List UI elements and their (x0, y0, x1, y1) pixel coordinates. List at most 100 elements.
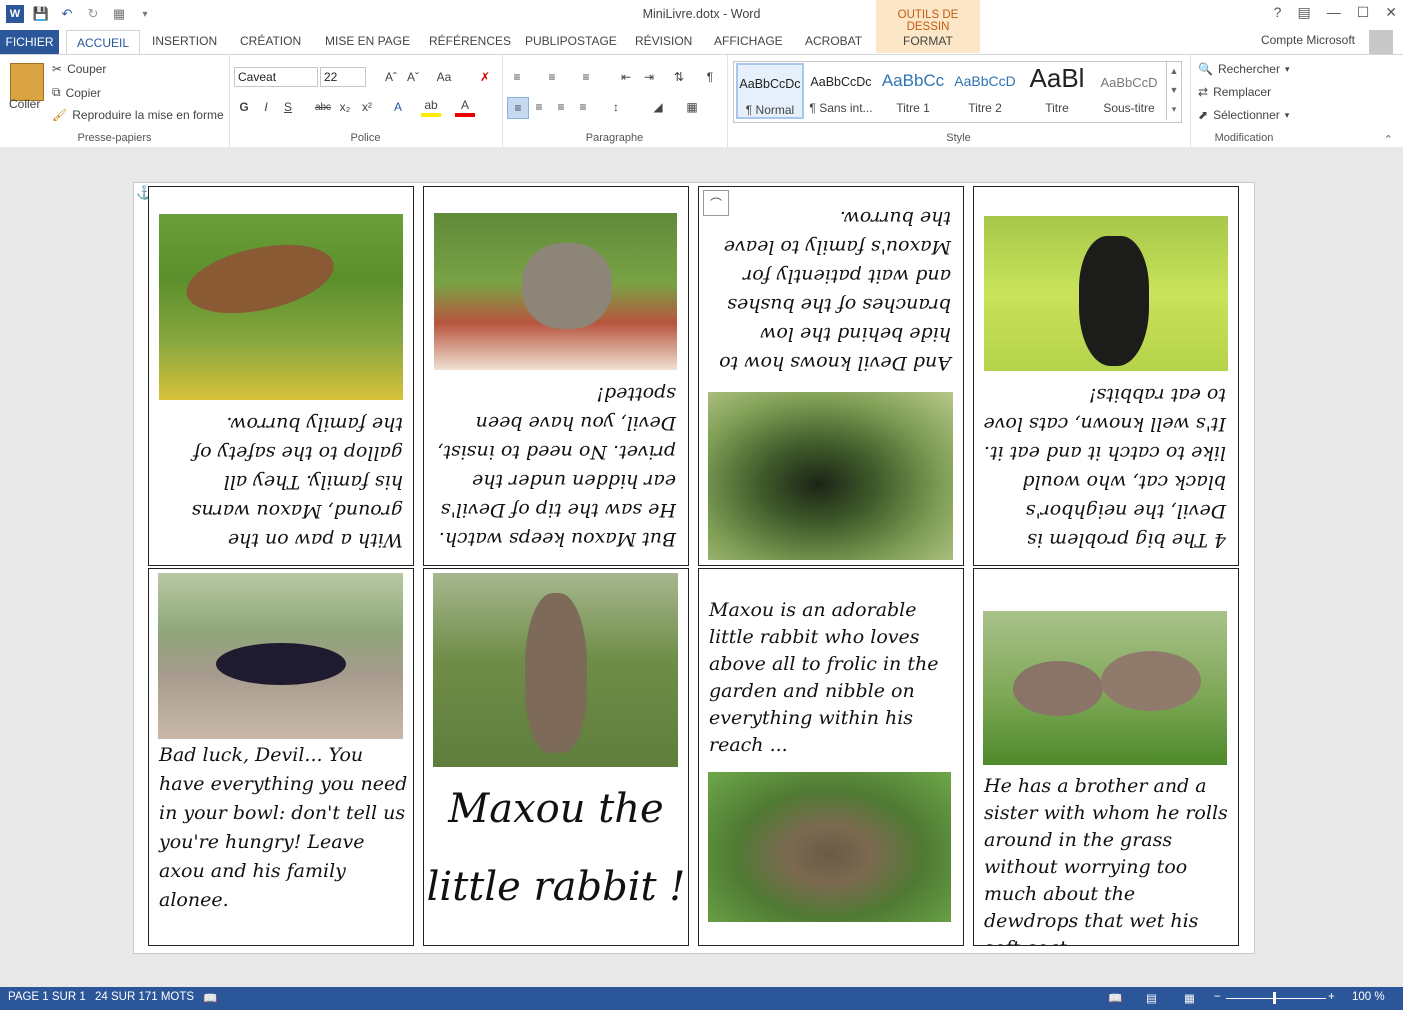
cut-button[interactable]: Couper (67, 62, 106, 76)
window-title: MiniLivre.dotx - Word (642, 7, 761, 21)
tab-fichier[interactable]: FICHIER (0, 30, 59, 54)
shrink-font-icon[interactable]: Aˇ (403, 67, 423, 87)
copy-button[interactable]: Copier (66, 86, 101, 100)
zoom-slider[interactable] (1226, 998, 1326, 999)
format-painter-button[interactable]: Reproduire la mise en forme (72, 108, 223, 122)
web-layout-icon[interactable]: ▦ (1184, 991, 1195, 1005)
zoom-out-icon[interactable]: − (1214, 991, 1221, 1003)
document-page[interactable]: ⚓ With a paw on the ground, Maxou warns … (133, 182, 1255, 954)
tab-affichage[interactable]: AFFICHAGE (714, 34, 783, 48)
font-color-icon[interactable]: A (455, 97, 475, 117)
align-center-icon[interactable]: ≡ (529, 97, 549, 117)
subscript-button[interactable]: x₂ (335, 97, 355, 117)
bold-button[interactable]: G (234, 97, 254, 117)
clear-formatting-icon[interactable]: ✗ (475, 67, 495, 87)
font-size-combo[interactable]: 22 (320, 67, 366, 87)
select-icon: ⬈ (1198, 108, 1209, 122)
line-spacing-icon[interactable]: ↕ (606, 97, 626, 117)
grow-font-icon[interactable]: Aˆ (381, 67, 401, 87)
tab-accueil[interactable]: ACCUEIL (66, 30, 141, 56)
align-left-icon[interactable]: ≡ (507, 97, 529, 119)
style-heading-1[interactable]: AaBbCc Titre 1 (878, 63, 948, 119)
style-name: Titre (1045, 101, 1069, 115)
account-name[interactable]: Compte Microsoft (1261, 33, 1355, 47)
paste-icon[interactable] (10, 63, 44, 101)
gallery-scroll[interactable]: ▲ ▼ ▾ (1166, 62, 1181, 120)
strikethrough-button[interactable]: abc (313, 97, 333, 117)
show-marks-icon[interactable]: ¶ (700, 67, 720, 87)
decrease-indent-icon[interactable]: ⇤ (616, 67, 636, 87)
tab-publipostage[interactable]: PUBLIPOSTAGE (525, 34, 617, 48)
panel-intro[interactable]: Maxou is an adorable little rabbit who l… (698, 568, 964, 946)
two-rabbits-image (983, 611, 1227, 765)
style-heading-2[interactable]: AaBbCcD Titre 2 (950, 63, 1020, 119)
superscript-button[interactable]: x² (357, 97, 377, 117)
panel-paw[interactable]: With a paw on the ground, Maxou warns hi… (148, 186, 414, 566)
proofing-icon[interactable]: 📖 (203, 991, 217, 1005)
style-normal[interactable]: AaBbCcDc ¶ Normal (736, 63, 804, 119)
tab-mise-en-page[interactable]: MISE EN PAGE (325, 34, 410, 48)
chevron-down-icon: ▾ (1284, 109, 1290, 120)
styles-gallery: AaBbCcDc ¶ Normal AaBbCcDc ¶ Sans int...… (733, 61, 1182, 123)
tab-creation[interactable]: CRÉATION (240, 34, 301, 48)
tab-revision[interactable]: RÉVISION (635, 34, 692, 48)
panel-siblings[interactable]: He has a brother and a sister with whom … (973, 568, 1239, 946)
ribbon-tabs: FICHIER ACCUEIL INSERTION CRÉATION MISE … (0, 30, 1403, 56)
zoom-level[interactable]: 100 % (1352, 991, 1385, 1003)
read-mode-icon[interactable]: 📖 (1108, 991, 1122, 1005)
cut-icon: ✂ (52, 62, 63, 76)
replace-icon: ⇄ (1198, 85, 1209, 99)
bullets-icon[interactable]: ≡ (507, 67, 527, 87)
panel-bad-luck[interactable]: Bad luck, Devil... You have everything y… (148, 568, 414, 946)
zoom-in-icon[interactable]: + (1328, 991, 1335, 1003)
tab-format[interactable]: FORMAT (903, 34, 953, 48)
underline-button[interactable]: S (278, 97, 298, 117)
font-group: Caveat 22 Aˆ Aˇ Aa ✗ G I S abc x₂ x² A a… (229, 55, 503, 147)
increase-indent-icon[interactable]: ⇥ (639, 67, 659, 87)
style-title[interactable]: AaBl Titre (1022, 63, 1092, 119)
minimize-button[interactable]: — (1327, 4, 1341, 21)
paragraph-group: ≡ ≡ ≡ ⇤ ⇥ ⇅ ¶ ≡ ≡ ≡ ≡ ↕ ◢ ▦ Paragraphe (502, 55, 728, 147)
find-button[interactable]: Rechercher (1218, 62, 1280, 76)
tab-insertion[interactable]: INSERTION (152, 34, 217, 48)
document-area: ⚓ With a paw on the ground, Maxou warns … (0, 147, 1403, 987)
replace-button[interactable]: Remplacer (1213, 85, 1271, 99)
select-button[interactable]: Sélectionner (1213, 108, 1280, 122)
multilevel-list-icon[interactable]: ≡ (576, 67, 596, 87)
panel-problem[interactable]: 4 The big problem is Devil, the neighbor… (973, 186, 1239, 566)
sort-icon[interactable]: ⇅ (669, 67, 689, 87)
tab-references[interactable]: RÉFÉRENCES (429, 34, 511, 48)
justify-icon[interactable]: ≡ (573, 97, 593, 117)
shading-icon[interactable]: ◢ (648, 97, 668, 117)
page-indicator[interactable]: PAGE 1 SUR 1 (8, 991, 86, 1003)
book-title-line1: Maxou the (448, 786, 664, 832)
word-count[interactable]: 24 SUR 171 MOTS (95, 991, 194, 1003)
font-name-combo[interactable]: Caveat (234, 67, 318, 87)
style-name: ¶ Sans int... (809, 101, 873, 115)
paste-button[interactable]: Coller (9, 97, 40, 111)
panel-watch[interactable]: But Maxou keeps watch. He saw the tip of… (423, 186, 689, 566)
collapse-ribbon-icon[interactable]: ⌃ (1384, 133, 1393, 146)
align-right-icon[interactable]: ≡ (551, 97, 571, 117)
highlight-icon[interactable]: ab (421, 97, 441, 117)
rabbit-eating-image (708, 772, 951, 922)
close-button[interactable]: ✕ (1385, 4, 1397, 21)
maximize-button[interactable]: ☐ (1357, 4, 1370, 21)
italic-button[interactable]: I (256, 97, 276, 117)
zoom-slider-thumb[interactable] (1273, 992, 1276, 1004)
panel-devil-hides[interactable]: ⌒ And Devil knows how to hide behind the… (698, 186, 964, 566)
ribbon-display-icon[interactable]: ▤ (1297, 4, 1310, 21)
style-preview: AaBl (1029, 63, 1085, 93)
print-layout-icon[interactable]: ▤ (1146, 991, 1157, 1005)
tab-acrobat[interactable]: ACROBAT (805, 34, 862, 48)
avatar[interactable] (1369, 30, 1393, 54)
cat-on-wall-image (158, 573, 403, 739)
help-button[interactable]: ? (1274, 4, 1282, 21)
numbering-icon[interactable]: ≡ (542, 67, 562, 87)
text-effects-icon[interactable]: A (388, 97, 408, 117)
borders-icon[interactable]: ▦ (682, 97, 702, 117)
panel-cover[interactable]: Maxou the little rabbit ! (423, 568, 689, 946)
change-case-icon[interactable]: Aa (434, 67, 454, 87)
style-subtitle[interactable]: AaBbCcD Sous-titre (1094, 63, 1164, 119)
style-no-spacing[interactable]: AaBbCcDc ¶ Sans int... (806, 63, 876, 119)
